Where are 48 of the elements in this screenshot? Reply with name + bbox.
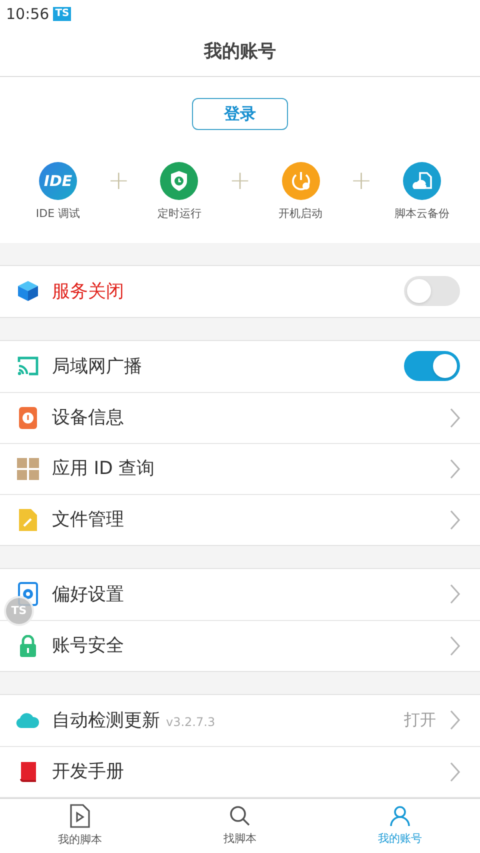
- ide-icon: IDE: [39, 162, 77, 200]
- page-title: 我的账号: [204, 40, 276, 64]
- plus-sign: +: [229, 165, 251, 198]
- play-file-icon: [69, 803, 91, 830]
- row-label: 局域网广播: [52, 354, 142, 379]
- app-badge-icon: TS: [53, 6, 72, 21]
- row-label: 应用 ID 查询: [52, 457, 155, 482]
- feature-label[interactable]: 脚本云备份: [394, 206, 450, 223]
- status-time: 10:56: [6, 4, 50, 25]
- version-text: v3.2.7.3: [166, 714, 216, 732]
- plus-sign: +: [108, 165, 130, 198]
- row-value: 打开: [404, 709, 436, 732]
- chevron-icon: [450, 408, 460, 428]
- lock-icon: [19, 634, 37, 657]
- row-label: 服务关闭: [52, 280, 124, 304]
- feature-label[interactable]: 开机启动: [278, 206, 323, 223]
- chevron-icon: [450, 458, 460, 479]
- row-label: 设备信息: [52, 406, 124, 430]
- tab-item[interactable]: 找脚本: [160, 798, 320, 853]
- chevron-icon: [450, 710, 460, 730]
- cloud-file-icon: [402, 162, 441, 200]
- plus-sign: +: [350, 165, 372, 198]
- chevron-icon: [450, 636, 460, 656]
- cast-icon: [16, 355, 40, 378]
- info-card-icon: [18, 406, 38, 430]
- book-icon: [18, 760, 38, 784]
- tab-item[interactable]: 我的脚本: [0, 798, 160, 853]
- chevron-icon: [450, 584, 460, 604]
- chevron-icon: [450, 762, 460, 782]
- wrench-file-icon: [18, 508, 38, 532]
- cube-icon: [16, 279, 40, 304]
- toggle-switch[interactable]: [404, 276, 460, 306]
- cloud-icon: [16, 712, 40, 728]
- shield-clock-icon: [160, 162, 198, 200]
- feature-label[interactable]: IDE 调试: [36, 206, 80, 223]
- login-button[interactable]: 登录: [192, 98, 288, 130]
- user-icon: [388, 804, 412, 828]
- feature-label[interactable]: 定时运行: [157, 206, 202, 223]
- row-label: 开发手册: [52, 760, 124, 784]
- toggle-switch[interactable]: [404, 351, 460, 382]
- power-icon: [282, 162, 320, 200]
- row-label: 偏好设置: [52, 582, 124, 607]
- chevron-icon: [450, 510, 460, 530]
- search-icon: [228, 804, 252, 828]
- grid-icon: [17, 458, 39, 480]
- row-label: 账号安全: [52, 634, 124, 658]
- row-label: 文件管理: [52, 508, 124, 532]
- row-label: 自动检测更新: [52, 708, 160, 733]
